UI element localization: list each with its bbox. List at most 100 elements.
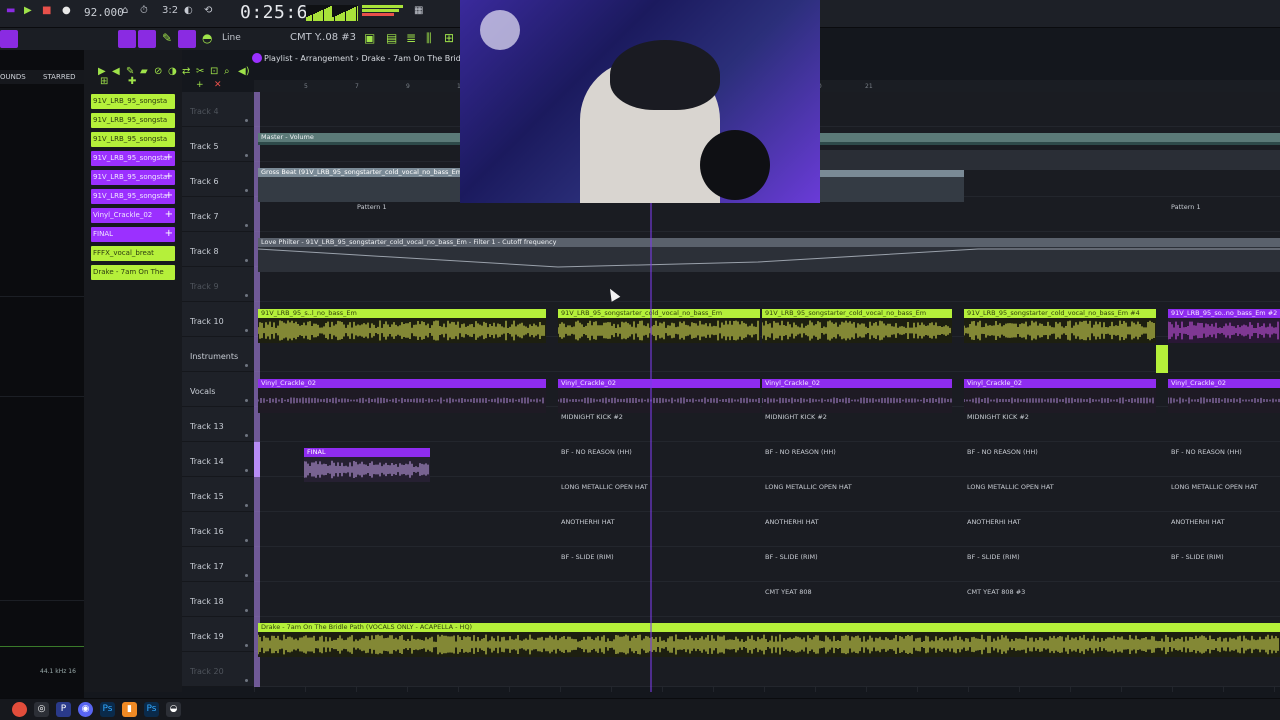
love-philter-clip[interactable]: Love Philter - 91V_LRB_95_songstarter_co… — [258, 238, 1280, 272]
track-header[interactable]: Track 5 — [182, 127, 254, 162]
hihat-clip[interactable]: BF - NO REASON (HH) — [1168, 448, 1280, 482]
speaker-icon[interactable]: ◀) — [238, 66, 250, 77]
rim-clip[interactable]: BF - SLIDE (RIM) — [558, 553, 760, 587]
track-header[interactable]: Track 16 — [182, 512, 254, 547]
loop-record-icon[interactable]: ⟲ — [204, 5, 212, 16]
track-header[interactable]: Track 15 — [182, 477, 254, 512]
brush-icon[interactable]: ▰ — [140, 66, 148, 77]
play-icon[interactable]: ▶ — [24, 5, 32, 16]
add-icon[interactable]: + — [165, 171, 173, 182]
track-mute-dot[interactable] — [245, 294, 248, 297]
track-header[interactable]: Track 19 — [182, 617, 254, 652]
picker-item[interactable]: FINAL + — [91, 227, 175, 242]
wait-icon[interactable]: ⏱ — [140, 5, 148, 16]
zoom-icon[interactable]: ⌕ — [224, 66, 230, 77]
playlist-menu-icon[interactable] — [252, 53, 262, 63]
select-icon[interactable]: ⊡ — [210, 66, 218, 77]
808-clip[interactable]: CMT YEAT 808 — [762, 588, 952, 622]
pattern-select[interactable]: CMT Y..08 #3 — [290, 32, 356, 43]
magnet-icon[interactable]: ◓ — [202, 31, 212, 45]
track-mute-dot[interactable] — [245, 154, 248, 157]
track-mute-dot[interactable] — [245, 434, 248, 437]
close-icon[interactable]: ✕ — [214, 80, 222, 90]
track-mute-dot[interactable] — [245, 189, 248, 192]
track-lane[interactable] — [254, 652, 1280, 687]
tab-sounds[interactable]: OUNDS — [0, 73, 26, 81]
acapella-clip[interactable]: Drake - 7am On The Bridle Path (VOCALS O… — [258, 623, 1280, 657]
discord-icon[interactable]: ◉ — [78, 702, 93, 717]
rim-clip[interactable]: BF - SLIDE (RIM) — [964, 553, 1156, 587]
channel-rack-icon[interactable]: ⊞ — [444, 31, 454, 45]
add-icon[interactable]: + — [165, 228, 173, 239]
track-mute-dot[interactable] — [245, 399, 248, 402]
chrome-icon[interactable] — [12, 702, 27, 717]
obs-icon[interactable]: ◒ — [166, 702, 181, 717]
hat-clip[interactable]: ANOTHERHI HAT — [964, 518, 1156, 552]
vinyl-clip[interactable]: Vinyl_Crackle_02 — [762, 379, 952, 413]
pattern-clip[interactable]: Pattern 1 — [354, 203, 544, 235]
vinyl-clip[interactable]: Vinyl_Crackle_02 — [964, 379, 1156, 413]
track-header[interactable]: Track 14 — [182, 442, 254, 477]
tab-starred[interactable]: STARRED — [43, 73, 76, 81]
fl-studio-icon[interactable]: ▮ — [122, 702, 137, 717]
countdown-icon[interactable]: 3:2 — [162, 5, 178, 16]
stop-icon[interactable]: ■ — [42, 5, 51, 16]
blend-icon[interactable]: ◐ — [184, 5, 193, 16]
premiere-icon[interactable]: P — [56, 702, 71, 717]
vocal-clip[interactable]: 91V_LRB_95_s..l_no_bass_Em — [258, 309, 546, 343]
vinyl-clip[interactable]: Vinyl_Crackle_02 — [258, 379, 546, 413]
rim-clip[interactable]: BF - SLIDE (RIM) — [1168, 553, 1280, 587]
track-header[interactable]: Track 6 — [182, 162, 254, 197]
track-header[interactable]: Track 4 — [182, 92, 254, 127]
hat-clip[interactable]: ANOTHERHI HAT — [558, 518, 760, 552]
grid-icon[interactable]: ⊞ — [100, 76, 108, 87]
midnight-kick-clip[interactable]: MIDNIGHT KICK #2 — [964, 413, 1156, 447]
step-sequencer-icon[interactable]: ▤ — [386, 31, 397, 45]
picker-item[interactable]: Drake - 7am On The — [91, 265, 175, 280]
track-header[interactable]: Vocals — [182, 372, 254, 407]
hihat-clip[interactable]: BF - NO REASON (HH) — [558, 448, 760, 482]
vocal-clip[interactable]: 91V_LRB_95_so..no_bass_Em #2 — [1168, 309, 1280, 343]
track-mute-dot[interactable] — [245, 364, 248, 367]
tool-left-button[interactable] — [0, 30, 18, 48]
picker-item[interactable]: 91V_LRB_95_songsta + — [91, 151, 175, 166]
vocal-clip[interactable]: 91V_LRB_95_songstarter_cold_vocal_no_bas… — [558, 309, 760, 343]
track-mute-dot[interactable] — [245, 119, 248, 122]
picker-item[interactable]: Vinyl_Crackle_02 + — [91, 208, 175, 223]
expand-icon[interactable]: + — [196, 80, 204, 90]
rim-clip[interactable]: BF - SLIDE (RIM) — [762, 553, 952, 587]
mute-icon[interactable]: ◑ — [168, 66, 177, 77]
track-header[interactable]: Track 20 — [182, 652, 254, 687]
snap-select[interactable]: Line — [222, 33, 241, 43]
track-mute-dot[interactable] — [245, 609, 248, 612]
open-hat-clip[interactable]: LONG METALLIC OPEN HAT — [1168, 483, 1280, 517]
photoshop-icon[interactable]: Ps — [144, 702, 159, 717]
track-header[interactable]: Track 17 — [182, 547, 254, 582]
add-icon[interactable]: + — [165, 190, 173, 201]
track-mute-dot[interactable] — [245, 469, 248, 472]
add-icon[interactable]: + — [165, 152, 173, 163]
paint-tool-button[interactable] — [138, 30, 156, 48]
slice-tool-button[interactable] — [178, 30, 196, 48]
hat-clip[interactable]: ANOTHERHI HAT — [1168, 518, 1280, 552]
metronome-icon[interactable]: ⌂ — [122, 5, 128, 16]
hat-clip[interactable]: ANOTHERHI HAT — [762, 518, 952, 552]
photoshop-icon[interactable]: Ps — [100, 702, 115, 717]
vinyl-clip[interactable]: Vinyl_Crackle_02 — [1168, 379, 1280, 413]
track-header[interactable]: Track 8 — [182, 232, 254, 267]
playlist-icon[interactable]: ≣ — [406, 31, 416, 45]
slip-icon[interactable]: ⇄ — [182, 66, 190, 77]
picker-item[interactable]: 91V_LRB_95_songsta — [91, 113, 175, 128]
picker-item[interactable]: 91V_LRB_95_songsta + — [91, 189, 175, 204]
automation-clip[interactable] — [820, 150, 1280, 170]
vocal-clip[interactable]: 91V_LRB_95_songstarter_cold_vocal_no_bas… — [964, 309, 1156, 343]
track-header[interactable]: Instruments — [182, 337, 254, 372]
track-header[interactable]: Track 7 — [182, 197, 254, 232]
picker-item[interactable]: 91V_LRB_95_songsta + — [91, 170, 175, 185]
slice-icon[interactable]: ✂ — [196, 66, 204, 77]
track-mute-dot[interactable] — [245, 644, 248, 647]
tempo-display[interactable]: 92.000 — [84, 6, 124, 19]
track-lane[interactable] — [254, 267, 1280, 302]
track-mute-dot[interactable] — [245, 329, 248, 332]
add-icon[interactable]: ✚ — [128, 76, 136, 87]
